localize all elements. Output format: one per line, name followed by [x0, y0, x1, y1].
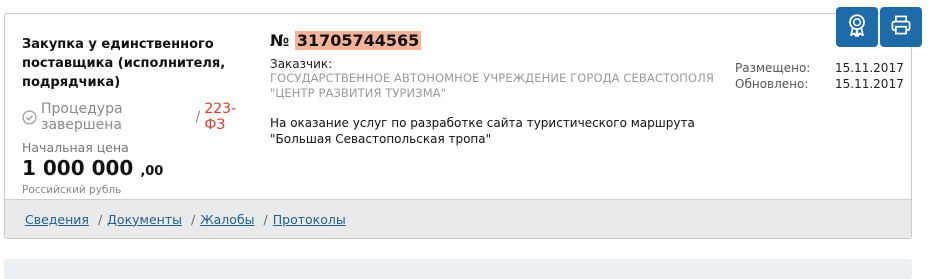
- nav-item-info[interactable]: Сведения: [25, 212, 89, 227]
- card-nav: Сведения / Документы / Жалобы / Протокол…: [5, 199, 911, 238]
- number-link[interactable]: 31705744565: [294, 31, 422, 50]
- printer-icon: [889, 13, 913, 41]
- status-separator: /: [195, 109, 201, 125]
- price-label: Начальная цена: [22, 140, 129, 155]
- status-text: Процедура завершена: [41, 101, 123, 133]
- nav-item-complaints[interactable]: Жалобы: [200, 212, 254, 227]
- certificate-button[interactable]: [836, 7, 878, 47]
- updated-date-row: Обновлено: 15.11.2017: [735, 76, 905, 92]
- updated-label: Обновлено:: [735, 77, 809, 91]
- currency: Российский рубль: [22, 184, 122, 196]
- print-button[interactable]: [880, 7, 922, 47]
- law-badge: 223-ФЗ: [204, 101, 237, 133]
- dates-block: Размещено: 15.11.2017 Обновлено: 15.11.2…: [735, 60, 905, 92]
- registry-number: № 31705744565: [270, 31, 730, 50]
- procedure-status: Процедура завершена / 223-ФЗ: [22, 101, 252, 133]
- procurement-card: Закупка у единственного поставщика (испо…: [4, 13, 912, 239]
- nav-item-documents[interactable]: Документы: [107, 212, 182, 227]
- nav-separator: /: [190, 211, 196, 227]
- placed-label: Размещено:: [735, 61, 811, 75]
- procurement-details: № 31705744565 Заказчик: ГОСУДАРСТВЕННОЕ …: [270, 31, 730, 147]
- procurement-summary: Закупка у единственного поставщика (испо…: [22, 35, 252, 196]
- customer-name-link[interactable]: ГОСУДАРСТВЕННОЕ АВТОНОМНОЕ УЧРЕЖДЕНИЕ ГО…: [270, 71, 730, 101]
- nav-item-protocols[interactable]: Протоколы: [273, 212, 346, 227]
- customer-label: Заказчик:: [270, 57, 333, 71]
- nav-separator: /: [97, 211, 103, 227]
- price-cents: ,00: [140, 164, 164, 179]
- price-main: 1 000 000: [22, 156, 134, 180]
- initial-price: 1 000 000 ,00: [22, 157, 252, 183]
- card-body: Закупка у единственного поставщика (испо…: [5, 14, 911, 201]
- placed-date-row: Размещено: 15.11.2017: [735, 60, 905, 76]
- nav-separator: /: [263, 211, 268, 227]
- procurement-type: Закупка у единственного поставщика (испо…: [22, 37, 226, 90]
- next-card-stub: [4, 259, 912, 279]
- check-circle-icon: [22, 110, 37, 125]
- certificate-icon: [844, 12, 870, 42]
- placed-value: 15.11.2017: [835, 61, 904, 75]
- updated-value: 15.11.2017: [835, 77, 904, 91]
- procurement-subject: На оказание услуг по разработке сайта ту…: [270, 116, 695, 146]
- number-prefix: №: [270, 31, 290, 50]
